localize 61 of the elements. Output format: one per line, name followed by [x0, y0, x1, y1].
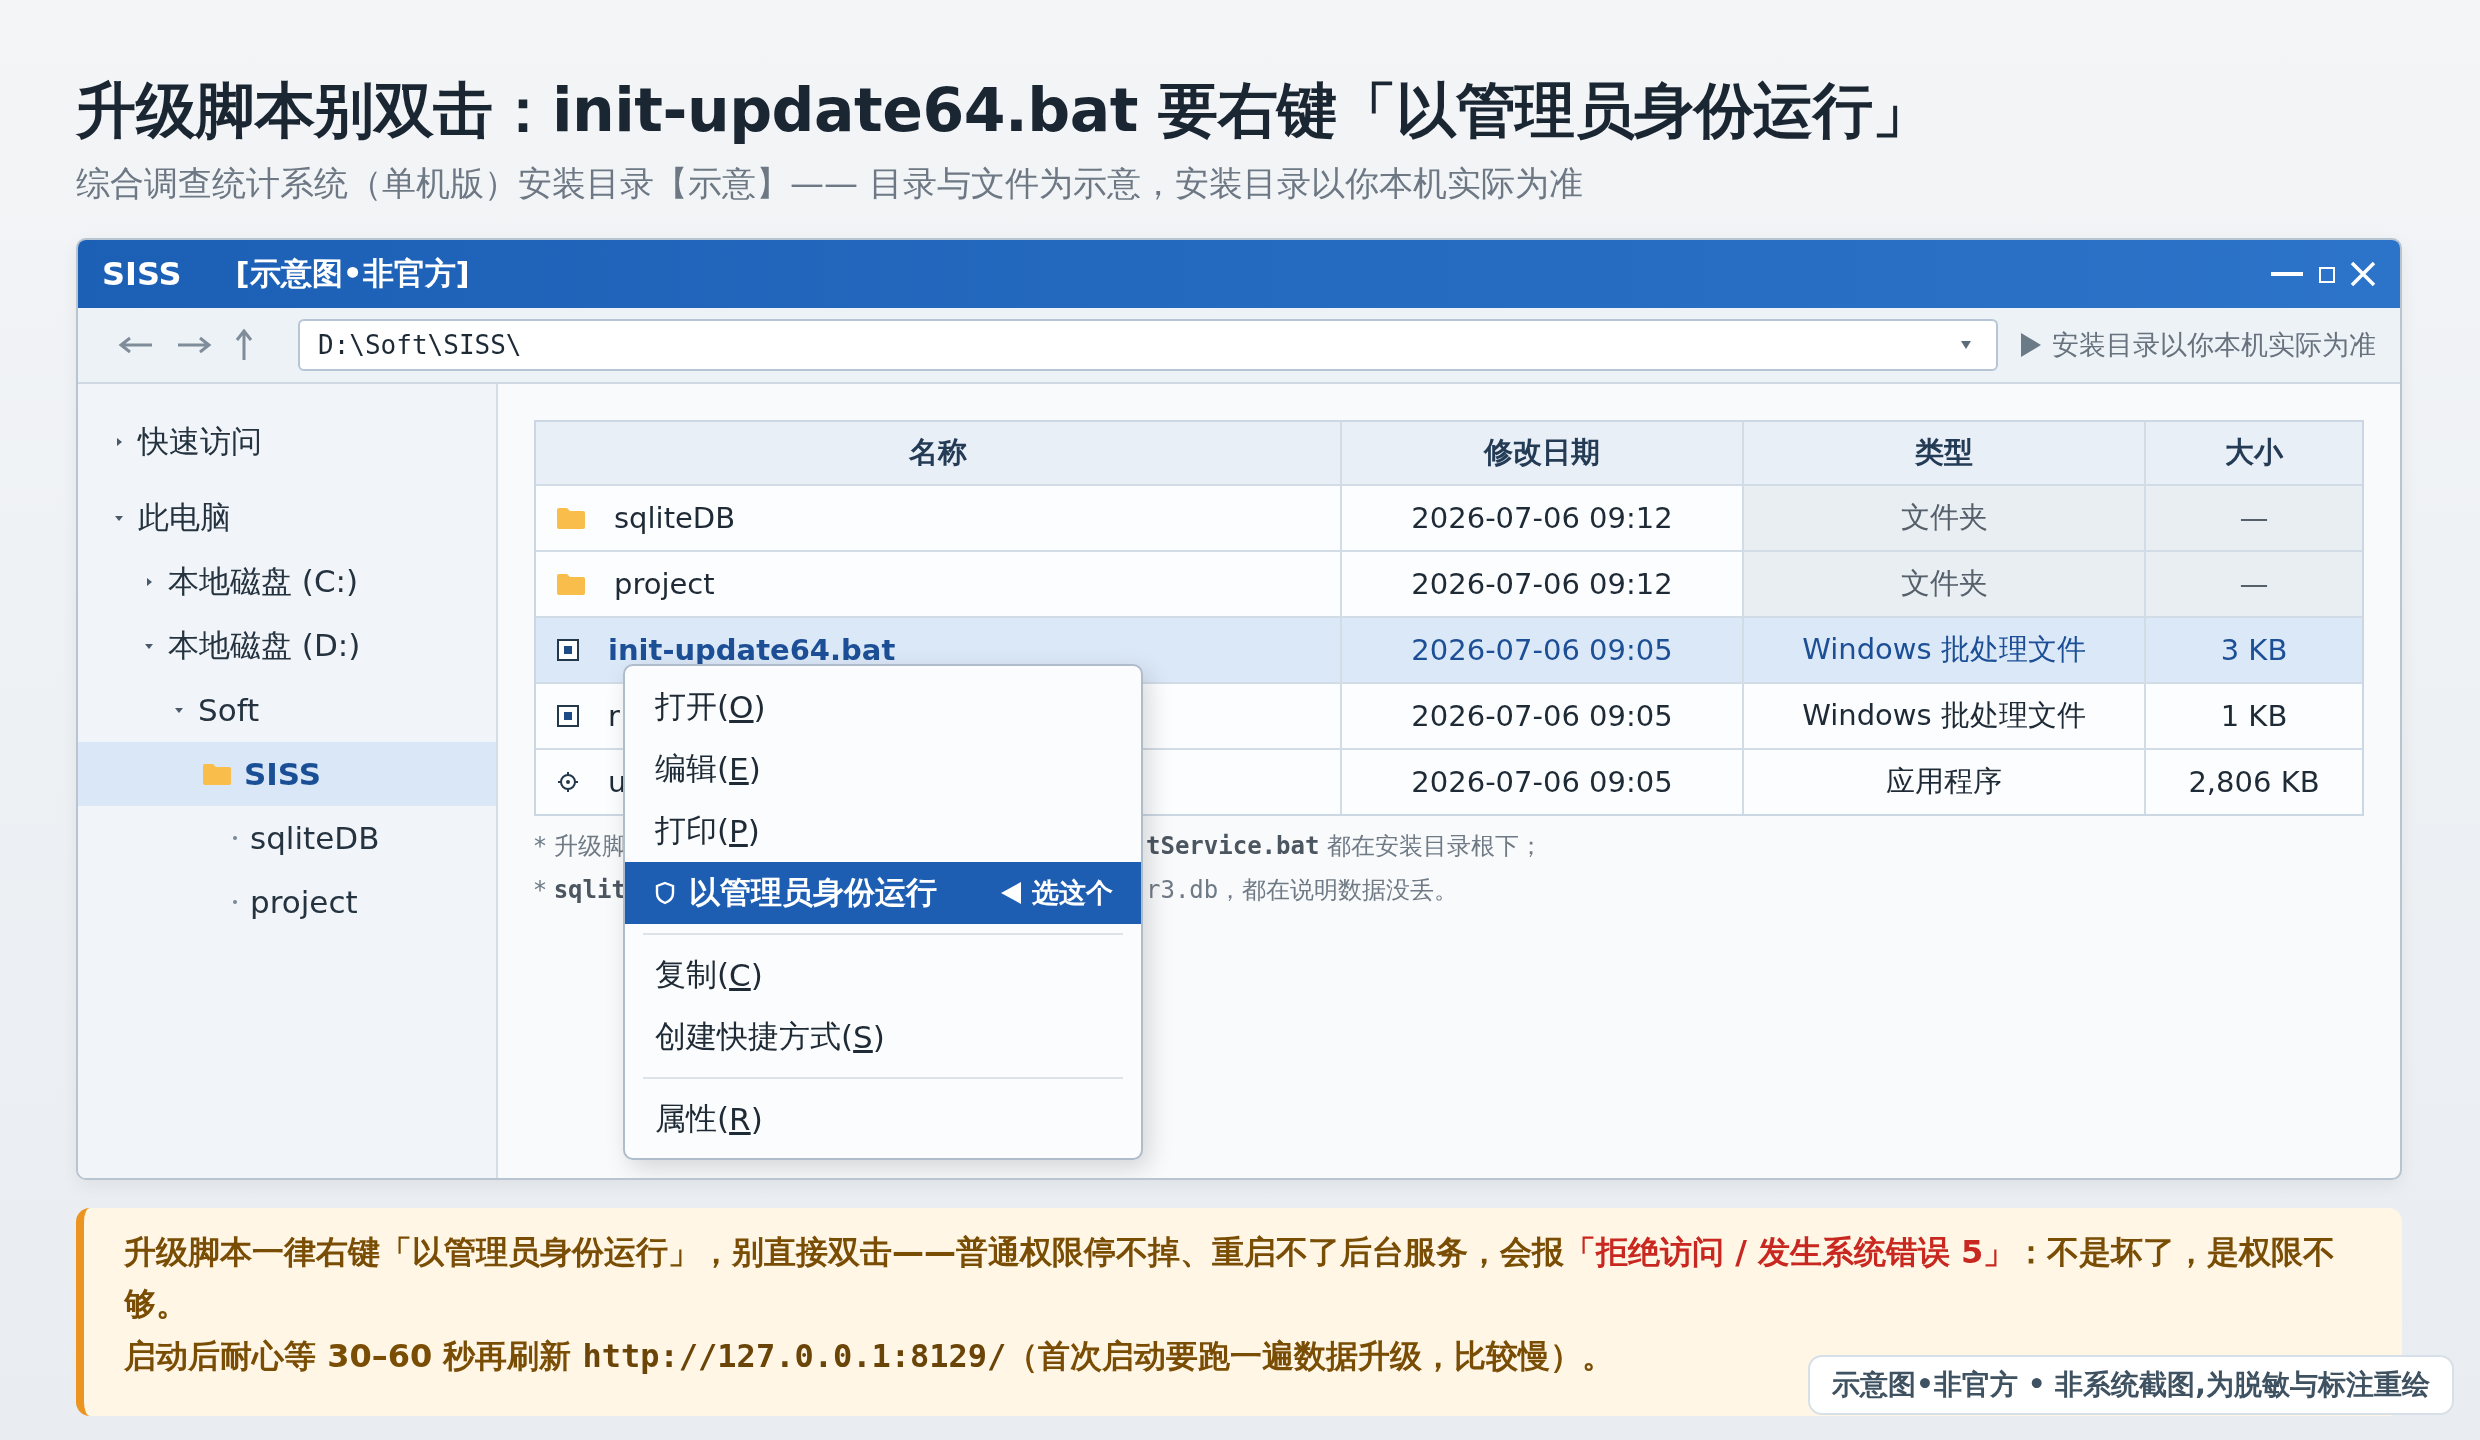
size-cell: —: [2144, 552, 2362, 616]
size-cell: 2,806 KB: [2144, 750, 2362, 814]
shield-icon: [655, 881, 675, 905]
folder-icon: [556, 572, 586, 596]
up-arrow-icon[interactable]: [234, 329, 254, 361]
note-text: tService.bat 都在安装目录根下；: [1146, 831, 1544, 862]
file-row[interactable]: project 2026-07-06 09:12 文件夹 —: [536, 550, 2362, 616]
sidebar-item[interactable]: 本地磁盘 (C:): [78, 550, 496, 614]
app-name: SISS: [102, 255, 182, 293]
script-file-icon: [556, 638, 580, 662]
page-title: 升级脚本别双击：init-update64.bat 要右键「以管理员身份运行」: [76, 74, 1933, 147]
toolbar-hint: 安装目录以你本机实际为准: [2052, 328, 2376, 362]
run-as-admin-menu-item[interactable]: 以管理员身份运行 选这个: [625, 862, 1141, 924]
bullet-dot-icon: [232, 835, 238, 841]
type-cell: Windows 批处理文件: [1742, 618, 2144, 682]
sidebar-item[interactable]: 本地磁盘 (D:): [78, 614, 496, 678]
menu-item[interactable]: 属性(R): [625, 1088, 1141, 1150]
column-header[interactable]: 类型: [1742, 422, 2144, 484]
play-triangle-icon: [2020, 332, 2042, 358]
disclaimer-badge: 示意图•非官方 • 非系统截图,为脱敏与标注重绘: [1808, 1355, 2454, 1415]
size-cell: —: [2144, 486, 2362, 550]
sidebar-item[interactable]: Soft: [78, 678, 496, 742]
script-file-icon: [556, 704, 580, 728]
folder-icon: [202, 762, 232, 786]
note-text: r3.db，都在说明数据没丢。: [1146, 875, 1459, 906]
sidebar-item[interactable]: sqliteDB: [78, 806, 496, 870]
window-title: [示意图•非官方]: [235, 254, 470, 293]
name-cell: sqliteDB: [536, 486, 1340, 550]
size-cell: 3 KB: [2144, 618, 2362, 682]
type-cell: Windows 批处理文件: [1742, 684, 2144, 748]
menu-item[interactable]: 复制(C): [625, 944, 1141, 1006]
sidebar-item[interactable]: 快速访问: [78, 410, 496, 474]
menu-hint: 选这个: [1032, 876, 1113, 910]
pointer-triangle-icon: [1000, 881, 1022, 905]
name-cell: project: [536, 552, 1340, 616]
date-cell: 2026-07-06 09:05: [1340, 618, 1742, 682]
type-cell: 文件夹: [1742, 486, 2144, 550]
page-subtitle: 综合调查统计系统（单机版）安装目录【示意】—— 目录与文件为示意，安装目录以你本机实际为准: [76, 162, 1584, 205]
size-cell: 1 KB: [2144, 684, 2362, 748]
sidebar-item[interactable]: SISS: [78, 742, 496, 806]
callout-text: 升级脚本一律右键「以管理员身份运行」，别直接双击——普通权限停不掉、重启不了后台服务，会报「拒绝访问 / 发生系统错误 5」：不是坏了，是权限不够。: [124, 1232, 2337, 1325]
column-header[interactable]: 名称: [536, 422, 1340, 484]
file-row[interactable]: sqliteDB 2026-07-06 09:12 文件夹 —: [536, 484, 2362, 550]
menu-item[interactable]: 创建快捷方式(S): [625, 1006, 1141, 1068]
dropdown-caret-icon[interactable]: [1960, 340, 1972, 350]
gear-icon: [556, 770, 580, 794]
column-header[interactable]: 修改日期: [1340, 422, 1742, 484]
type-cell: 文件夹: [1742, 552, 2144, 616]
sidebar-item[interactable]: project: [78, 870, 496, 934]
column-header[interactable]: 大小: [2144, 422, 2362, 484]
callout-text: 启动后耐心等 30–60 秒再刷新 http://127.0.0.1:8129/（首次启动要跑一遍数据升级，比较慢）。: [124, 1336, 1616, 1377]
folder-icon: [556, 506, 586, 530]
type-cell: 应用程序: [1742, 750, 2144, 814]
bullet-dot-icon: [232, 899, 238, 905]
date-cell: 2026-07-06 09:05: [1340, 750, 1742, 814]
note-text: * sqlit: [534, 876, 626, 904]
close-icon[interactable]: [2350, 259, 2376, 289]
file-row[interactable]: init-update64.bat 2026-07-06 09:05 Windows 批处理文件 3 KB: [536, 616, 2362, 682]
sidebar-item[interactable]: 此电脑: [78, 486, 496, 550]
date-cell: 2026-07-06 09:05: [1340, 684, 1742, 748]
address-field[interactable]: D:\Soft\SISS\: [298, 319, 1998, 371]
